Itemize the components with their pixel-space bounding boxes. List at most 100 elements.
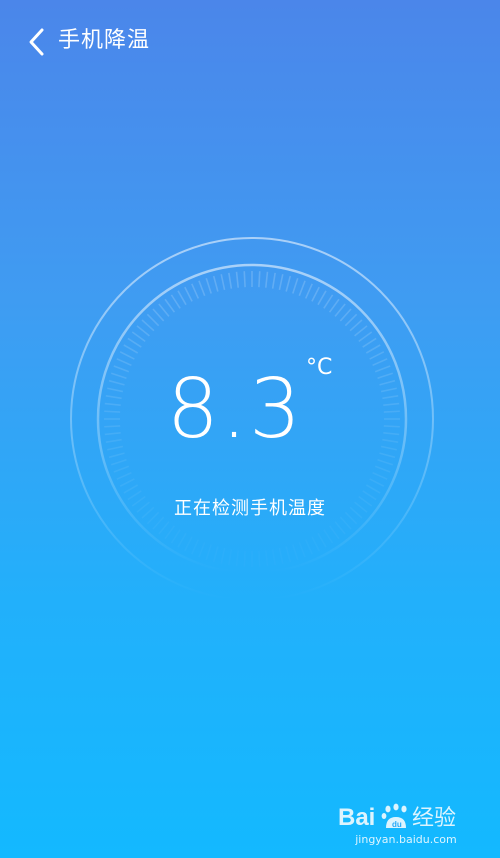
gauge-tick [328,298,340,313]
gauge-tick [178,533,186,547]
gauge-tick [330,526,339,539]
gauge-tick [306,540,313,555]
gauge-tick [116,471,132,480]
gauge-tick [177,290,187,306]
gauge-tick [383,410,400,413]
gauge-tick [237,550,239,566]
gauge-tick [383,425,400,428]
gauge-tick [323,294,334,309]
gauge-tick [191,283,200,299]
gauge-tick [258,271,261,288]
gauge-tick [285,275,292,292]
gauge-tick [334,303,346,317]
temperature-unit: °C [306,355,333,380]
gauge-tick [170,294,181,309]
gauge-tick [123,344,139,354]
gauge-tick [259,551,260,567]
status-text: 正在检测手机温度 [174,498,326,519]
watermark: Bai du 经验 jingyan.baidu.com [336,800,476,852]
gauge-tick [235,271,239,288]
gauge-tick [273,549,276,565]
gauge-tick [335,522,345,534]
gauge-tick [185,537,192,551]
gauge-tick [286,547,290,562]
gauge-tick [158,303,170,317]
gauge-tick [324,530,333,543]
gauge-tick [374,465,391,473]
watermark-url: jingyan.baidu.com [355,833,457,846]
gauge-tick [344,313,358,327]
gauge-tick [349,319,363,332]
top-bar: 手机降温 [0,0,500,84]
gauge-tick [271,272,276,289]
gauge-tick [374,365,391,373]
gauge-tick [243,271,246,288]
gauge-tick [165,526,174,539]
gauge-tick [339,308,352,322]
gauge-tick [199,542,205,557]
svg-text:经验: 经验 [412,806,456,831]
gauge-tick [192,540,199,555]
gauge-tick [152,308,165,322]
back-button[interactable] [20,24,56,60]
gauge-tick [228,272,233,289]
gauge-tick [171,530,180,543]
gauge-tick [317,290,327,306]
baidu-jingyan-logo: Bai du 经验 [338,803,456,831]
gauge-tick [372,358,388,367]
gauge-tick [312,537,319,551]
gauge-tick [266,550,268,566]
svg-text:du: du [392,820,402,829]
gauge-tick [369,351,385,360]
gauge-tick [205,277,212,294]
gauge-tick [377,372,394,379]
gauge-tick [382,395,399,400]
gauge-tick [244,551,245,567]
gauge-tick [141,319,155,332]
gauge-tick [292,277,299,294]
gauge-tick [214,547,218,562]
gauge-tick [131,331,146,343]
gauge-tick [221,548,224,564]
gauge-tick [362,337,377,348]
gauge-tick [365,484,381,494]
gauge-tick [110,459,127,466]
gauge-tick [206,545,211,560]
gauge-tick [372,471,388,480]
gauge-tick [146,313,160,327]
gauge-tick [299,542,305,557]
chevron-left-icon [29,28,44,56]
gauge-tick [164,298,176,313]
gauge-tick [298,280,306,297]
gauge-tick [127,337,142,348]
gauge-tick [379,379,396,386]
gauge-tick [265,271,269,288]
gauge-tick [311,286,320,302]
gauge-tick [136,325,150,337]
gauge-tick [279,548,282,564]
gauge-tick [380,445,397,451]
gauge-tick [212,275,219,292]
gauge-tick [304,283,313,299]
gauge-tick [379,452,396,459]
gauge-tick [278,274,284,291]
gauge-tick [377,459,394,466]
gauge-tick [383,402,400,406]
gauge-tick [119,478,135,487]
gauge-tick [383,432,400,436]
gauge-tick [318,533,326,547]
gauge-tick [113,465,130,473]
gauge-tick [365,344,381,354]
gauge-tick [229,549,232,565]
svg-text:Bai: Bai [338,804,375,831]
gauge-tick [293,545,298,560]
gauge-tick [358,331,373,343]
gauge-tick [369,478,385,487]
gauge-tick [123,484,139,494]
gauge-tick [380,387,397,393]
gauge-tick [354,325,368,337]
gauge-tick [184,286,193,302]
gauge-tick [198,280,206,297]
gauge-tick [220,274,226,291]
gauge-tick [159,522,169,534]
